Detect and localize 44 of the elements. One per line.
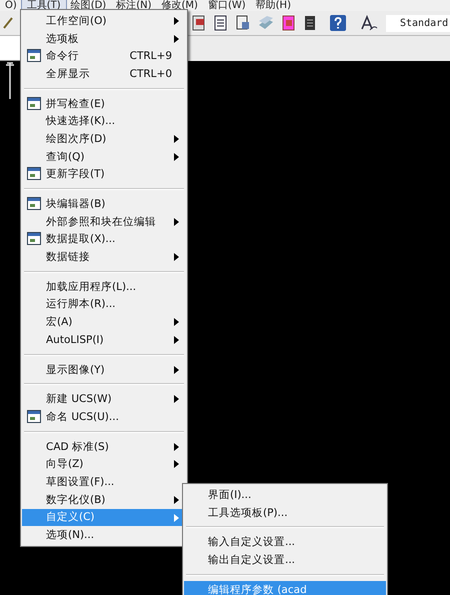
menu-item[interactable]: 数据提取(X)... bbox=[22, 230, 186, 248]
menu-item[interactable]: 拼写检查(E) bbox=[22, 94, 186, 112]
menu-item[interactable]: 查询(Q) bbox=[22, 148, 186, 166]
menu-item[interactable]: 输出自定义设置... bbox=[184, 551, 386, 569]
menu-item[interactable]: 数字化仪(B) bbox=[22, 490, 186, 508]
ucs-icon bbox=[3, 61, 17, 101]
menu-item[interactable]: 选项板 bbox=[22, 30, 186, 48]
menu-bar-item[interactable]: O) bbox=[0, 0, 22, 11]
document-icon[interactable] bbox=[192, 15, 206, 31]
menu-item[interactable]: 快速选择(K)... bbox=[22, 112, 186, 130]
menu-item[interactable]: 选项(N)... bbox=[22, 526, 186, 544]
document-icon[interactable] bbox=[282, 15, 296, 31]
input-field[interactable] bbox=[0, 36, 20, 61]
menu-item[interactable]: 命令行 CTRL+9 bbox=[22, 47, 186, 66]
menu-item[interactable]: 绘图次序(D) bbox=[22, 130, 186, 148]
menu-item[interactable]: 显示图像(Y) bbox=[22, 360, 186, 378]
text-style-icon[interactable] bbox=[360, 15, 378, 31]
menu-item[interactable]: 草图设置(F)... bbox=[22, 473, 186, 491]
menu-item[interactable]: 向导(Z) bbox=[22, 455, 186, 474]
menu-item[interactable]: 加载应用程序(L)... bbox=[22, 278, 186, 296]
menu-bar-item[interactable]: 帮助(H) bbox=[250, 0, 296, 11]
menu-item[interactable]: 界面(I)... bbox=[184, 486, 386, 504]
menu-bar-item[interactable]: 修改(M) bbox=[156, 0, 203, 11]
menu-item[interactable]: 更新字段(T) bbox=[22, 166, 186, 184]
text-style-field[interactable]: Standard bbox=[386, 14, 450, 32]
menu-item[interactable]: 块编辑器(B) bbox=[22, 195, 186, 213]
menu-item[interactable]: 工作空间(O) bbox=[22, 12, 186, 30]
menu-item[interactable]: 输入自定义设置... bbox=[184, 533, 386, 552]
menu-bar-item[interactable]: 绘图(D) bbox=[66, 0, 112, 11]
menu-item[interactable]: 外部参照和块在位编辑 bbox=[22, 212, 186, 231]
menu-item[interactable]: 命名 UCS(U)... bbox=[22, 408, 186, 426]
document-icon[interactable] bbox=[214, 15, 228, 31]
menu-item[interactable]: 全屏显示 CTRL+0 bbox=[22, 65, 186, 83]
menu-item[interactable]: AutoLISP(I) bbox=[22, 331, 186, 349]
document-icon[interactable] bbox=[236, 15, 250, 31]
menu-item[interactable]: 新建 UCS(W) bbox=[22, 390, 186, 408]
help-icon[interactable] bbox=[330, 15, 346, 31]
menu-item[interactable]: 运行脚本(R)... bbox=[22, 296, 186, 314]
menu-item[interactable]: 工具选项板(P)... bbox=[184, 504, 386, 522]
menu-item[interactable]: CAD 标准(S) bbox=[22, 438, 186, 456]
calculator-icon[interactable] bbox=[304, 15, 316, 31]
pencil-icon[interactable] bbox=[2, 16, 14, 30]
menu-item[interactable]: 宏(A) bbox=[22, 313, 186, 331]
menu-item[interactable]: 数据链接 bbox=[22, 248, 186, 266]
